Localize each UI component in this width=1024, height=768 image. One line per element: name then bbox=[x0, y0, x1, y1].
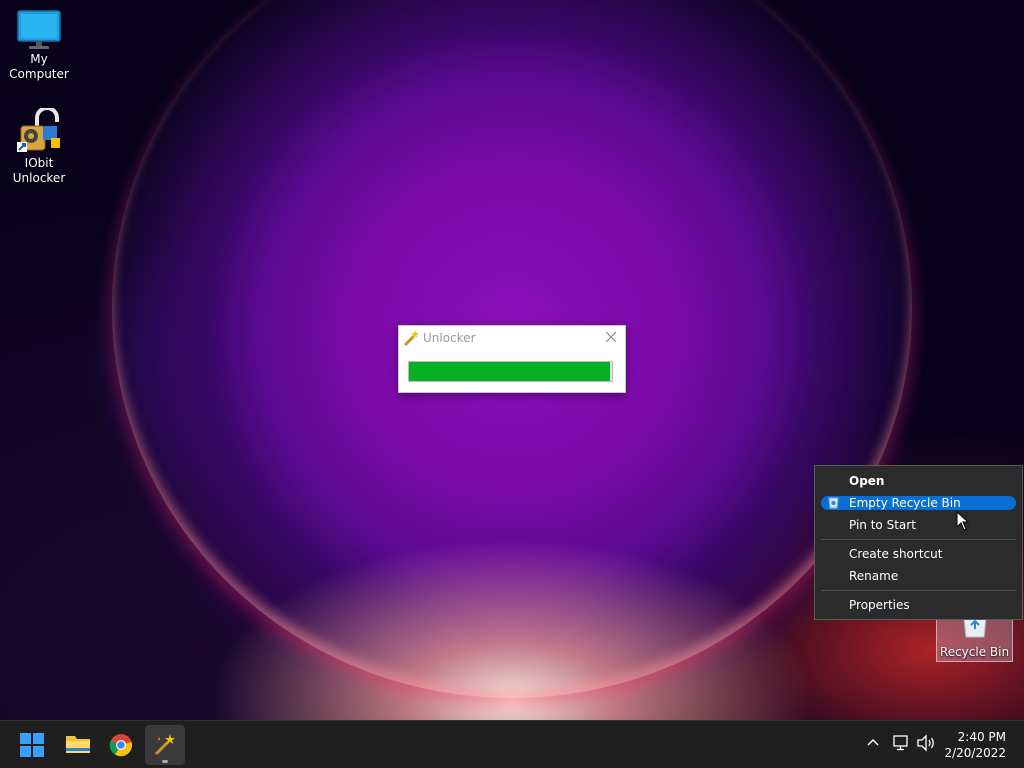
mouse-cursor-icon bbox=[956, 511, 970, 531]
menu-item-properties[interactable]: Properties bbox=[821, 598, 1016, 612]
close-icon[interactable] bbox=[603, 329, 619, 345]
recycle-bin-small-icon bbox=[828, 497, 839, 509]
monitor-icon bbox=[17, 10, 61, 49]
menu-separator bbox=[821, 590, 1016, 591]
dialog-titlebar[interactable]: Unlocker bbox=[399, 326, 625, 350]
start-icon bbox=[20, 733, 44, 757]
taskbar-chrome[interactable] bbox=[101, 725, 141, 765]
menu-separator bbox=[821, 539, 1016, 540]
taskbar-file-explorer[interactable] bbox=[57, 725, 97, 765]
desktop-icon-label: My Computer bbox=[9, 52, 69, 81]
progress-bar-fill bbox=[409, 362, 610, 381]
active-app-indicator bbox=[162, 760, 168, 763]
clock-time: 2:40 PM bbox=[957, 730, 1006, 744]
menu-item-rename[interactable]: Rename bbox=[821, 569, 1016, 583]
chevron-up-icon[interactable] bbox=[866, 735, 880, 749]
menu-item-empty-recycle-bin[interactable]: Empty Recycle Bin bbox=[821, 496, 1016, 510]
unlocker-dialog: Unlocker bbox=[398, 325, 626, 393]
file-explorer-icon bbox=[66, 736, 90, 753]
menu-item-open[interactable]: Open bbox=[821, 474, 1016, 488]
magic-wand-icon bbox=[403, 330, 419, 347]
menu-item-pin-to-start[interactable]: Pin to Start bbox=[821, 518, 1016, 532]
menu-item-label: Properties bbox=[849, 598, 910, 612]
chrome-icon bbox=[109, 734, 133, 757]
context-menu: Open Empty Recycle Bin Pin to Start Crea… bbox=[814, 465, 1023, 620]
network-icon[interactable] bbox=[892, 734, 910, 752]
taskbar-unlocker[interactable] bbox=[145, 725, 185, 765]
menu-item-create-shortcut[interactable]: Create shortcut bbox=[821, 547, 1016, 561]
unlocker-wand-icon bbox=[154, 734, 175, 756]
taskbar: 2:40 PM 2/20/2022 bbox=[0, 720, 1024, 768]
padlock-icon bbox=[17, 108, 60, 152]
start-button[interactable] bbox=[12, 725, 52, 765]
menu-item-label: Open bbox=[849, 474, 885, 488]
desktop-icon-iobit-unlocker[interactable]: IObit Unlocker bbox=[0, 108, 79, 186]
desktop-icon-label: Recycle Bin bbox=[939, 645, 1010, 659]
dialog-title: Unlocker bbox=[423, 331, 476, 345]
desktop-icon-recycle-bin[interactable]: Recycle Bin bbox=[936, 616, 1013, 662]
progress-bar bbox=[408, 361, 613, 382]
recycle-bin-icon bbox=[963, 617, 987, 638]
menu-item-label: Create shortcut bbox=[849, 547, 943, 561]
menu-item-label: Rename bbox=[849, 569, 899, 583]
desktop-icon-label: IObit Unlocker bbox=[12, 156, 66, 185]
desktop-icon-my-computer[interactable]: My Computer bbox=[0, 10, 79, 82]
volume-icon[interactable] bbox=[916, 734, 936, 752]
menu-item-label: Empty Recycle Bin bbox=[849, 496, 961, 510]
system-clock[interactable]: 2:40 PM 2/20/2022 bbox=[944, 729, 1006, 761]
menu-item-label: Pin to Start bbox=[849, 518, 916, 532]
clock-date: 2/20/2022 bbox=[944, 746, 1006, 760]
